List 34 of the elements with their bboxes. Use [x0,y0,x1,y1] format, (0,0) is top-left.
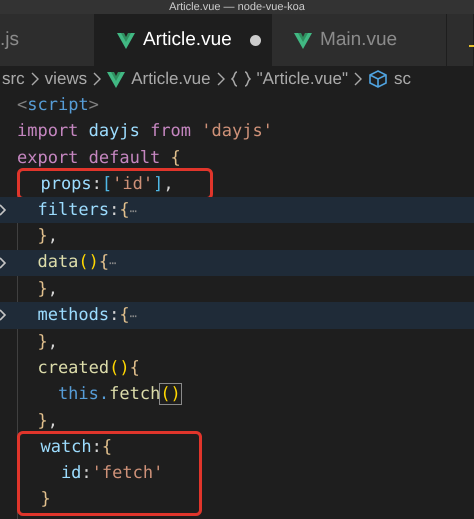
breadcrumb-item[interactable]: Article.vue [107,66,211,92]
breadcrumb-item[interactable]: src [2,66,25,92]
chevron-icon [30,72,39,86]
code-line: created(){ [36,356,140,380]
cube-icon [368,69,388,89]
code-line: this.fetch() [56,383,181,406]
braces-icon [230,71,251,87]
code-line: watch:{ [39,436,112,459]
code-line: import dayjs from 'dayjs' [17,120,273,144]
vue-logo-icon [294,32,312,48]
breadcrumb-item[interactable]: views [44,66,88,92]
breadcrumb-item[interactable]: sc [368,66,411,92]
tab[interactable]: Article.vue [95,14,272,66]
vue-logo-icon [117,32,135,48]
tab[interactable]: Main.vue [272,14,447,66]
chevron-icon [216,72,225,86]
vue-logo-icon [107,70,126,88]
code-line: data(){⋯ [36,251,116,274]
code-line: props:['id'], [39,172,174,196]
tab[interactable]: .js [0,14,95,66]
window-title: Article.vue — node-vue-koa [169,1,305,14]
code-line: } [39,488,51,512]
chevron-icon [354,72,362,86]
code-line: export default { [17,146,181,170]
code-line: }, [36,225,58,248]
code-line: }, [36,330,58,354]
code-line: <script> [17,94,99,117]
code-line: }, [36,410,58,433]
code-line: methods:{⋯ [36,304,137,327]
code-line: filters:{⋯ [36,198,137,222]
code-line: }, [36,278,58,302]
chevron-icon [93,72,102,86]
code-line: id:'fetch' [60,462,164,486]
breadcrumb-item[interactable]: "Article.vue" [230,66,348,92]
